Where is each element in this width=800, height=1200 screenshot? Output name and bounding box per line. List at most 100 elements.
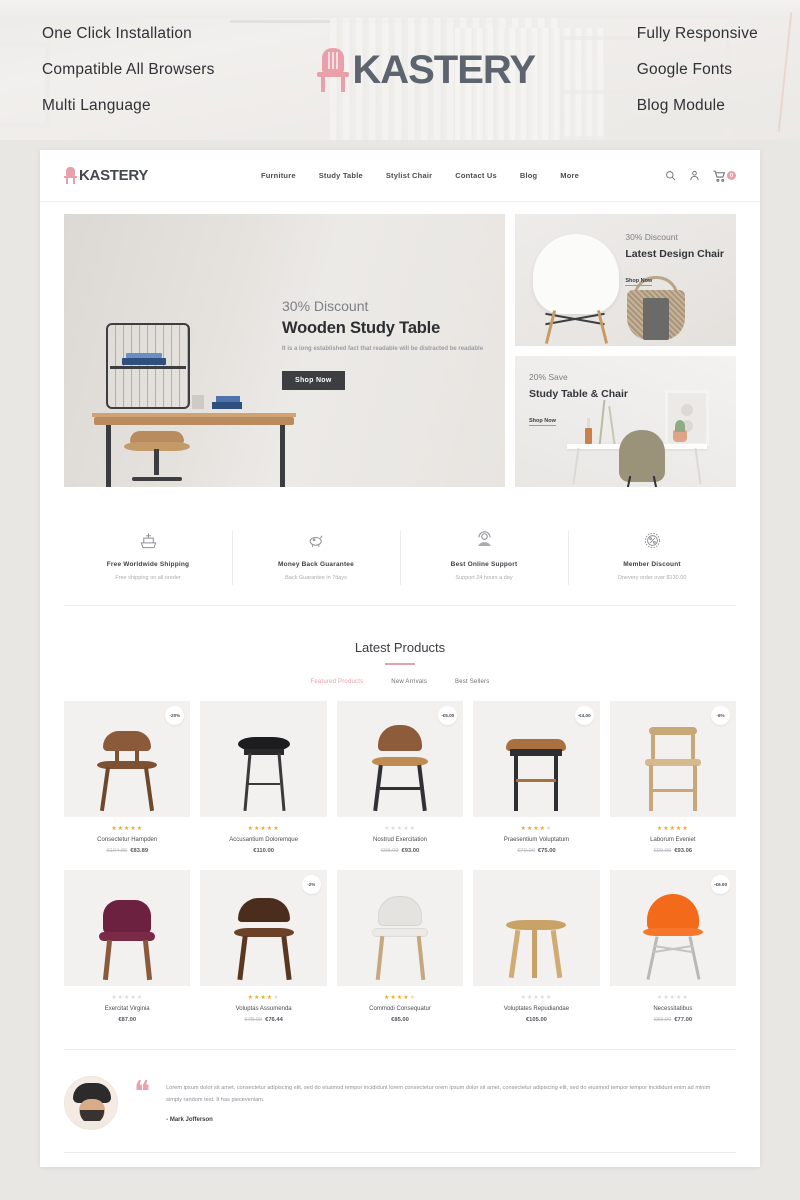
product-info: ★★★★★ Praesentium Voluptatum €79.00 €75.00 [473,817,599,860]
product-thumbnail[interactable] [200,701,327,817]
product-rating: ★★★★★ [202,994,324,1001]
product-thumbnail[interactable] [64,870,191,986]
nav-item-more[interactable]: More [560,171,579,180]
product-card[interactable]: ★★★★★ Accusantium Doloremque €110.00 [200,701,327,860]
product-info: ★★★★★ Nostrud Exercitation €98.00 €93.00 [337,817,463,860]
product-card[interactable]: -€6.00 ★★★★★ Necessitatibus €83.00 €77.00 [609,870,737,1029]
service-money-back: Money Back Guarantee Back Guarantee in 7… [232,523,400,595]
product-old-price: €79.00 [517,848,535,854]
hero-card-study-table-chair[interactable]: 20% Save Study Table & Chair Shop Now [515,355,736,487]
product-card[interactable]: -€4.00 ★★★★★ Praesentium Voluptatum €79.00… [473,701,600,860]
product-thumbnail[interactable]: -6% [609,701,737,817]
product-name[interactable]: Accusantium Doloremque [202,837,324,843]
product-info: ★★★★★ Laborum Eveniet €99.00 €93.06 [610,817,736,860]
product-price-group: €104.86 €83.89 [66,848,188,854]
product-name[interactable]: Nostrud Exercitation [339,837,461,843]
product-name[interactable]: Voluptas Assumenda [202,1006,324,1012]
product-thumbnail[interactable] [473,870,600,986]
tab-new-arrivals[interactable]: New Arrivals [391,679,427,685]
hero-card-discount: 20% Save [529,371,568,382]
service-online-support: Best Online Support Support 24 hours a d… [400,523,568,595]
tab-best-sellers[interactable]: Best Sellers [455,679,489,685]
product-rating: ★★★★★ [66,825,188,832]
product-rating: ★★★★★ [612,994,734,1001]
site-logo[interactable]: KASTERY [64,167,234,184]
product-card[interactable]: -6% ★★★★★ Laborum Eveniet €99.00 €93.06 [609,701,737,860]
promo-banner: One Click Installation Compatible All Br… [0,0,800,140]
hero-section: 30% Discount Wooden Study Table It is a … [40,202,760,487]
hero-card-shop-now-link[interactable]: Shop Now [625,278,653,286]
product-price-group: €78.00 €76.44 [202,1017,324,1023]
product-row: ★★★★★ Exercitat Virginia €87.00 -2% ★★★★★ Vo… [64,870,737,1029]
hero-main-banner[interactable]: 30% Discount Wooden Study Table It is a … [64,214,505,487]
product-thumbnail[interactable]: -20% [64,701,191,817]
nav-item-blog[interactable]: Blog [520,171,537,180]
rating-star: ★ [273,995,280,1001]
product-name[interactable]: Necessitatibus [612,1006,734,1012]
product-info: ★★★★★ Voluptas Assumenda €78.00 €76.44 [200,986,326,1029]
product-thumbnail[interactable]: -2% [200,870,327,986]
product-name[interactable]: Voluptates Repudiandae [475,1006,597,1012]
product-price-group: €83.00 €77.00 [612,1017,734,1023]
cart-button[interactable]: 0 [713,170,736,182]
tab-featured-products[interactable]: Featured Products [311,679,364,685]
product-card[interactable]: ★★★★★ Commodi Consequatur €85.00 [336,870,464,1029]
ship-icon [68,529,228,551]
product-name[interactable]: Consectetur Hampden [66,837,188,843]
product-name[interactable]: Laborum Eveniet [612,837,734,843]
product-info: ★★★★★ Necessitatibus €83.00 €77.00 [610,986,736,1029]
hero-card-title: Study Table & Chair [529,387,628,400]
product-old-price: €98.00 [380,848,399,854]
hero-shop-now-button[interactable]: Shop Now [282,371,345,391]
rating-star: ★ [682,826,689,832]
chair-illustration [85,717,169,817]
product-card[interactable]: -2% ★★★★★ Voluptas Assumenda €78.00 €76.44 [200,870,327,1029]
rating-star: ★ [136,826,144,832]
product-price-group: €110.00 [202,848,324,854]
product-name[interactable]: Exercitat Virginia [66,1006,188,1012]
chair-illustration [222,717,306,817]
product-rating: ★★★★★ [202,825,324,832]
nav-item-study-table[interactable]: Study Table [319,171,363,180]
service-subtitle: Free shipping on all oreder [115,575,181,581]
rating-star: ★ [546,995,553,1001]
service-title: Best Online Support [450,561,518,568]
product-thumbnail[interactable] [336,870,464,986]
rating-star: ★ [136,995,144,1001]
product-rating: ★★★★★ [66,994,188,1001]
search-icon[interactable] [665,170,676,181]
nav-item-furniture[interactable]: Furniture [261,171,296,180]
product-price: €93.00 [401,848,420,854]
product-thumbnail[interactable]: -€4.00 [473,701,600,817]
hero-card-shop-now-link[interactable]: Shop Now [529,418,556,426]
product-name[interactable]: Commodi Consequatur [339,1006,461,1012]
testimonial-body: Lorem ipsum dolor sit amet, consectetur … [166,1083,736,1122]
nav-item-stylist-chair[interactable]: Stylist Chair [386,171,432,180]
site-header: KASTERY Furniture Study Table Stylist Ch… [40,150,760,202]
service-title: Member Discount [623,561,681,568]
hero-card-latest-design-chair[interactable]: 30% Discount Latest Design Chair Shop No… [515,214,736,346]
hero-card-discount: 30% Discount [625,232,678,242]
cart-icon [713,170,726,182]
promo-feature: Compatible All Browsers [42,61,215,78]
site-logo-text: KASTERY [79,167,149,184]
promo-feature: Google Fonts [636,61,733,78]
hero-card-title: Latest Design Chair [625,248,724,260]
product-info: ★★★★★ Accusantium Doloremque €110.00 [200,817,326,860]
hero-main-text: 30% Discount Wooden Study Table It is a … [282,298,483,391]
product-tabs: Featured Products New Arrivals Best Sell… [64,679,736,685]
rating-star: ★ [409,826,416,832]
product-thumbnail[interactable]: -€6.00 [609,870,737,986]
product-price-group: €85.00 [339,1017,461,1023]
product-thumbnail[interactable]: -€5.00 [336,701,464,817]
product-card[interactable]: -20% ★★★★★ Consectetur Hampden €104.86 €83.… [64,701,191,860]
nav-item-contact-us[interactable]: Contact Us [455,171,497,180]
product-price-group: €99.00 €93.06 [612,848,734,854]
product-rating: ★★★★★ [612,825,734,832]
product-card[interactable]: ★★★★★ Exercitat Virginia €87.00 [64,870,191,1029]
product-name[interactable]: Praesentium Voluptatum [475,837,597,843]
product-card[interactable]: ★★★★★ Voluptates Repudiandae €105.00 [473,870,600,1029]
user-icon[interactable] [689,170,700,181]
product-price-group: €98.00 €93.00 [339,848,461,854]
product-card[interactable]: -€5.00 ★★★★★ Nostrud Exercitation €98.00 €9… [336,701,464,860]
